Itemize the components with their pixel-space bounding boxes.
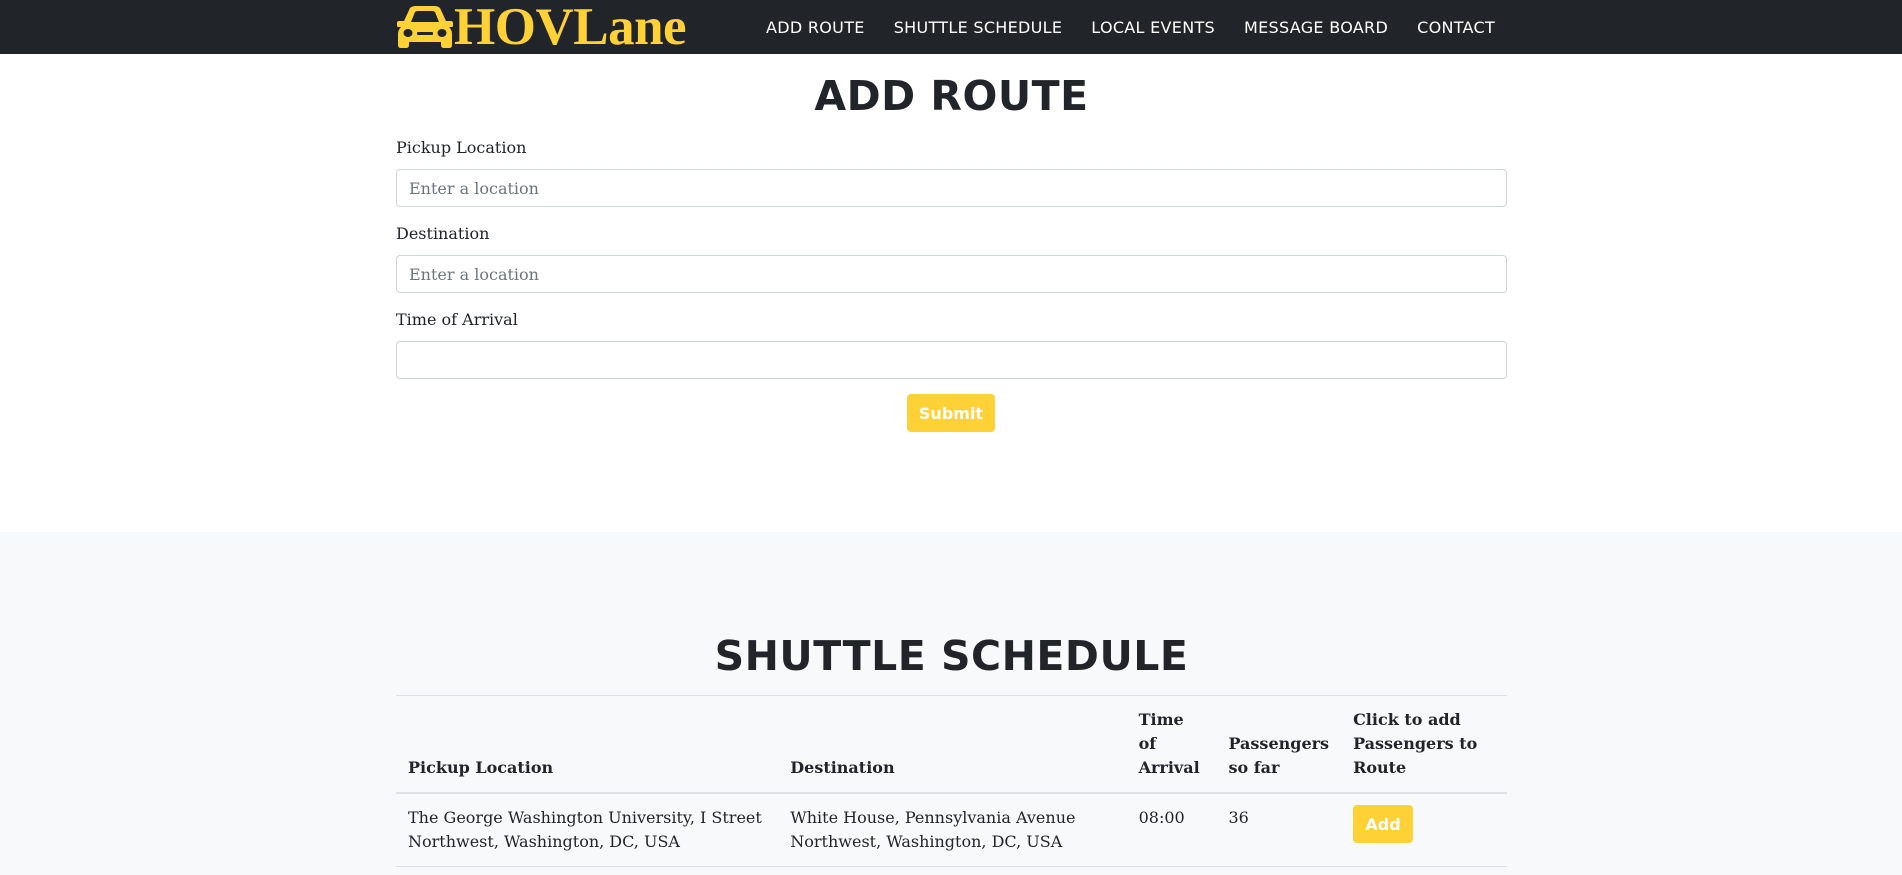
add-passenger-button[interactable]: Add xyxy=(1353,805,1414,843)
nav-link-message-board[interactable]: MESSAGE BOARD xyxy=(1244,18,1388,37)
column-header-destination: Destination xyxy=(778,695,1127,794)
add-route-title: ADD ROUTE xyxy=(814,72,1089,120)
column-header-pickup: Pickup Location xyxy=(396,695,779,794)
brand-logo-link[interactable]: HOVLane xyxy=(396,0,687,56)
pickup-label: Pickup Location xyxy=(396,138,527,157)
add-route-section: ADD ROUTE Pickup Location Destination Ti… xyxy=(0,54,1902,532)
table-row: The George Washington University, I Stre… xyxy=(396,793,1507,867)
arrival-label: Time of Arrival xyxy=(396,310,518,329)
table-header-row: Pickup Location Destination Time of Arri… xyxy=(396,695,1507,794)
arrival-time-input[interactable] xyxy=(396,341,1507,379)
column-header-add: Click to add Passengers to Route xyxy=(1341,695,1507,794)
destination-label: Destination xyxy=(396,224,490,243)
cell-passengers: 36 xyxy=(1216,793,1342,867)
shuttle-schedule-section: SHUTTLE SCHEDULE Pickup Location Destina… xyxy=(0,532,1902,875)
nav-link-shuttle-schedule[interactable]: SHUTTLE SCHEDULE xyxy=(894,18,1063,37)
navbar: HOVLane ADD ROUTE SHUTTLE SCHEDULE LOCAL… xyxy=(0,0,1902,54)
nav-link-contact[interactable]: CONTACT xyxy=(1417,18,1495,37)
car-icon xyxy=(397,6,453,48)
submit-button[interactable]: Submit xyxy=(907,394,995,432)
cell-destination: White House, Pennsylvania Avenue Northwe… xyxy=(778,793,1127,867)
column-header-passengers: Passengers so far xyxy=(1216,695,1342,794)
cell-pickup: The George Washington University, I Stre… xyxy=(396,793,779,867)
destination-input[interactable] xyxy=(396,255,1507,293)
pickup-input[interactable] xyxy=(396,169,1507,207)
schedule-title: SHUTTLE SCHEDULE xyxy=(714,632,1189,680)
nav-link-add-route[interactable]: ADD ROUTE xyxy=(766,18,865,37)
schedule-table: Pickup Location Destination Time of Arri… xyxy=(396,695,1507,867)
column-header-arrival: Time of Arrival xyxy=(1126,695,1217,794)
cell-arrival: 08:00 xyxy=(1126,793,1217,867)
brand-name: HOVLane xyxy=(454,0,687,56)
nav-link-local-events[interactable]: LOCAL EVENTS xyxy=(1091,18,1215,37)
nav-menu: ADD ROUTE SHUTTLE SCHEDULE LOCAL EVENTS … xyxy=(750,0,1524,54)
cell-action: Add xyxy=(1341,793,1507,867)
